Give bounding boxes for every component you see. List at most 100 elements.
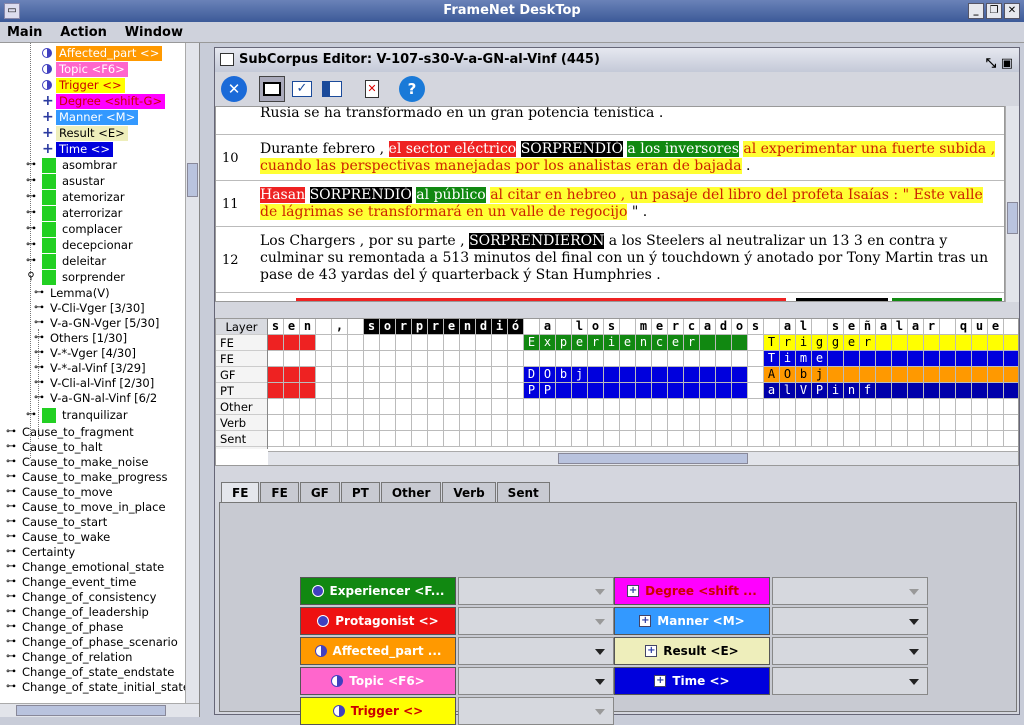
- scroll-thumb[interactable]: [16, 705, 166, 716]
- annotation-cell[interactable]: [972, 367, 988, 383]
- annotation-cell[interactable]: b: [556, 367, 572, 383]
- annotation-cell[interactable]: [284, 415, 300, 431]
- sentence-row[interactable]: 10 Durante febrero , el sector eléctrico…: [216, 135, 1004, 181]
- tree-subcorpus-item[interactable]: ⊶ Others [1/30]: [32, 330, 127, 346]
- annotation-cell[interactable]: [300, 367, 316, 383]
- tree-frame-item[interactable]: ⊶ Cause_to_halt: [4, 439, 103, 455]
- annotation-cell[interactable]: [748, 351, 764, 367]
- annotation-cell[interactable]: [300, 399, 316, 415]
- annotation-cell[interactable]: [700, 415, 716, 431]
- tree-subcorpus-item[interactable]: ⊶ V-a-GN-al-Vinf [6/2: [32, 390, 157, 406]
- restore-icon[interactable]: ⤡: [986, 56, 996, 71]
- annotation-cell[interactable]: [924, 399, 940, 415]
- sentence-row[interactable]: 12 Los Chargers , por su parte , SORPREN…: [216, 227, 1004, 293]
- token-cell[interactable]: o: [380, 319, 396, 335]
- annotation-cell[interactable]: [636, 431, 652, 447]
- annotation-cell[interactable]: [764, 399, 780, 415]
- annotation-cell[interactable]: [604, 367, 620, 383]
- annotation-cell[interactable]: e: [668, 335, 684, 351]
- annotation-cell[interactable]: [1004, 383, 1018, 399]
- annotation-cell[interactable]: [780, 399, 796, 415]
- tree-horizontal-scrollbar[interactable]: [0, 703, 199, 717]
- annotation-cell[interactable]: [444, 431, 460, 447]
- annotation-cell[interactable]: [364, 415, 380, 431]
- annotation-cell[interactable]: [828, 351, 844, 367]
- annotation-cell[interactable]: T: [764, 351, 780, 367]
- tree-frame-item[interactable]: ⊶ Cause_to_move_in_place: [4, 499, 166, 515]
- annotation-cell[interactable]: [668, 351, 684, 367]
- token-cell[interactable]: s: [748, 319, 764, 335]
- annotation-cell[interactable]: [524, 351, 540, 367]
- annotation-cell[interactable]: [572, 383, 588, 399]
- annotation-cell[interactable]: [476, 399, 492, 415]
- fe-dropdown[interactable]: [458, 637, 614, 665]
- annotation-cell[interactable]: [716, 431, 732, 447]
- annotation-cell[interactable]: [684, 399, 700, 415]
- annotation-cell[interactable]: [732, 399, 748, 415]
- tree-fe-item[interactable]: + Manner <M>: [42, 109, 139, 125]
- annotation-cell[interactable]: [764, 431, 780, 447]
- token-cell[interactable]: s: [268, 319, 284, 335]
- token-cell[interactable]: s: [364, 319, 380, 335]
- annotation-cell[interactable]: [348, 367, 364, 383]
- tree-lu-item[interactable]: ⊶ asombrar: [24, 157, 117, 173]
- tree-frame-item[interactable]: ⊶ Change_of_phase_scenario: [4, 634, 178, 650]
- annotation-cell[interactable]: [300, 351, 316, 367]
- annotation-cell[interactable]: [668, 415, 684, 431]
- fe-dropdown[interactable]: [458, 607, 614, 635]
- annotation-cell[interactable]: [892, 415, 908, 431]
- annotation-cell[interactable]: [380, 335, 396, 351]
- annotation-cell[interactable]: [636, 383, 652, 399]
- token-cell[interactable]: u: [972, 319, 988, 335]
- annotation-cell[interactable]: [940, 335, 956, 351]
- annotation-cell[interactable]: [572, 351, 588, 367]
- tree-lu-item[interactable]: ⊶ deleitar: [24, 253, 106, 269]
- annotation-cell[interactable]: [956, 351, 972, 367]
- annotation-cell[interactable]: [396, 351, 412, 367]
- annotation-cell[interactable]: [412, 431, 428, 447]
- annotation-cell[interactable]: [268, 335, 284, 351]
- tree-frame-item[interactable]: ⊶ Change_of_state_endstate: [4, 664, 174, 680]
- annotation-cell[interactable]: [348, 399, 364, 415]
- annotation-cell[interactable]: [876, 367, 892, 383]
- tree-fe-item[interactable]: Trigger <>: [42, 77, 125, 93]
- annotation-cell[interactable]: [428, 335, 444, 351]
- annotation-cell[interactable]: [348, 351, 364, 367]
- annotation-cell[interactable]: [844, 431, 860, 447]
- annotation-cell[interactable]: [524, 431, 540, 447]
- annotation-cell[interactable]: [428, 399, 444, 415]
- annotation-cell[interactable]: O: [540, 367, 556, 383]
- annotation-cell[interactable]: [268, 367, 284, 383]
- key-icon[interactable]: ⊶: [4, 442, 18, 452]
- check-window-icon[interactable]: ✓: [289, 76, 315, 102]
- tree-lu-item[interactable]: ⊶ decepcionar: [24, 237, 133, 253]
- annotation-cell[interactable]: [732, 335, 748, 351]
- annotation-cell[interactable]: r: [588, 335, 604, 351]
- annotation-cell[interactable]: [636, 399, 652, 415]
- annotation-cell[interactable]: [460, 335, 476, 351]
- annotation-cell[interactable]: [748, 399, 764, 415]
- token-cell[interactable]: [812, 319, 828, 335]
- annotation-cell[interactable]: [860, 399, 876, 415]
- annotation-cell[interactable]: [284, 399, 300, 415]
- sentence-row[interactable]: 11 Hasan SORPRENDIÓ al público al citar …: [216, 181, 1004, 227]
- annotation-cell[interactable]: [956, 415, 972, 431]
- token-cell[interactable]: e: [652, 319, 668, 335]
- token-cell[interactable]: a: [540, 319, 556, 335]
- annotation-cell[interactable]: [684, 383, 700, 399]
- annotation-cell[interactable]: [892, 383, 908, 399]
- fe-button[interactable]: Experiencer <F...: [300, 577, 456, 605]
- key-icon[interactable]: ⊶: [4, 682, 18, 692]
- fe-button[interactable]: Topic <F6>: [300, 667, 456, 695]
- maximize-icon[interactable]: ❐: [986, 3, 1002, 19]
- annotation-cell[interactable]: [956, 383, 972, 399]
- annotation-cell[interactable]: [460, 415, 476, 431]
- annotation-cell[interactable]: [588, 383, 604, 399]
- annotation-cell[interactable]: [956, 399, 972, 415]
- key-icon[interactable]: ⊶: [24, 240, 38, 250]
- tree-frame-item[interactable]: ⊶ Change_of_relation: [4, 649, 132, 665]
- annotation-cell[interactable]: [796, 399, 812, 415]
- annotation-cell[interactable]: [268, 399, 284, 415]
- annotation-cell[interactable]: [316, 415, 332, 431]
- fe-button[interactable]: + Result <E>: [614, 637, 770, 665]
